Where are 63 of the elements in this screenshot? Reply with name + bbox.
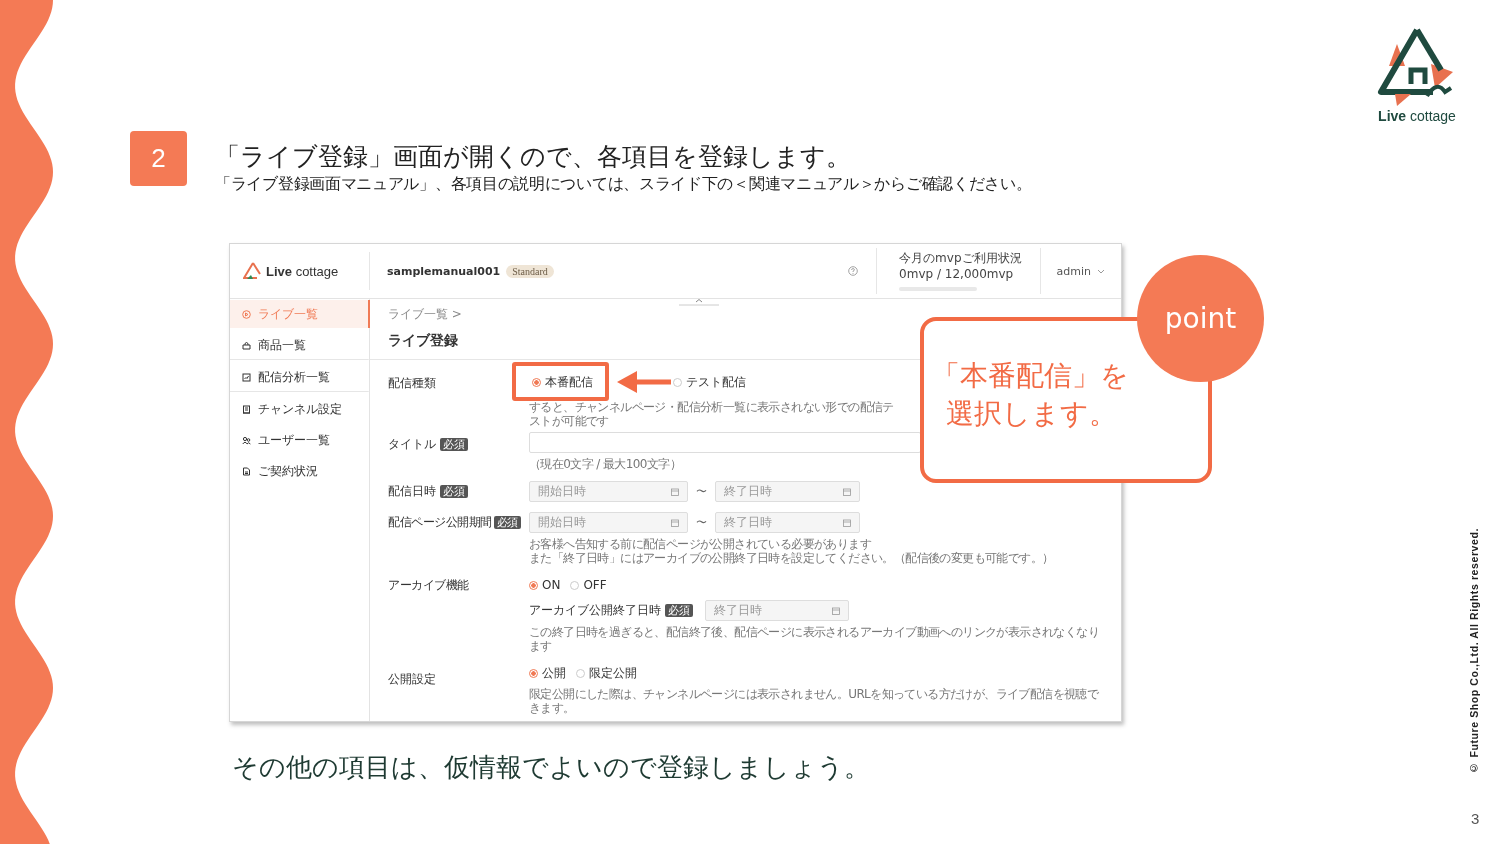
usage-title: 今月のmvpご利用状況: [899, 251, 1022, 265]
field-label: タイトル: [388, 435, 436, 453]
step-number: 2: [130, 131, 187, 186]
logo-text: Live cottage: [1378, 108, 1456, 124]
field-label: 配信ページ公開期間: [388, 513, 492, 531]
building-icon: [242, 404, 251, 414]
field-label: 配信種類: [388, 374, 436, 392]
required-badge: 必須: [665, 604, 693, 617]
required-badge: 必須: [440, 437, 468, 451]
chevron-down-icon: [1097, 268, 1105, 274]
field-label: 公開設定: [388, 670, 436, 688]
plan-badge: Standard: [506, 264, 554, 278]
copyright: © Future Shop Co.,Ltd. All Rights reserved.: [1468, 528, 1480, 774]
user-menu[interactable]: admin: [1056, 264, 1105, 278]
users-icon: [242, 435, 251, 445]
breadcrumb[interactable]: ライブ一覧 >: [388, 306, 1103, 323]
radio-option[interactable]: 公開: [529, 664, 566, 682]
point-badge: point: [1137, 255, 1264, 382]
calendar-icon: [671, 487, 679, 496]
chart-icon: [242, 372, 251, 382]
calendar-icon: [843, 518, 851, 527]
page-title: ライブ登録: [388, 332, 459, 350]
help-text: この終了日時を過ぎると、配信終了後、配信ページに表示されるアーカイブ動画へのリンクが表示されなくなります: [529, 625, 1100, 653]
help-text: また「終了日時」にはアーカイブの公開終了日時を設定してください。（配信後の変更も可能です。）: [529, 551, 1055, 565]
logo-text: Live cottage: [266, 263, 339, 279]
heading: 「ライブ登録」画面が開くので、各項目を登録します。: [215, 141, 851, 173]
sidebar-item[interactable]: 配信分析一覧: [230, 363, 370, 392]
account-name: samplemanual001: [387, 264, 501, 278]
sidebar-item[interactable]: ユーザー一覧: [230, 426, 370, 454]
play-circle-icon: [242, 309, 251, 319]
required-badge: 必須: [440, 484, 468, 498]
help-text: すると、チャンネルページ・配信分析一覧に表示されない形での配信テストが可能です: [529, 400, 895, 428]
arrow-icon: [617, 371, 671, 393]
range-separator: 〜: [696, 515, 707, 530]
logo-icon: [243, 262, 263, 280]
radio-option[interactable]: 限定公開: [576, 664, 637, 682]
required-badge: 必須: [493, 515, 521, 529]
field-label: 配信日時: [388, 482, 436, 500]
help-text: お客様へ告知する前に配信ページが公開されている必要があります: [529, 537, 872, 551]
document-icon: [242, 466, 251, 476]
sidebar-item[interactable]: 商品一覧: [230, 331, 370, 360]
footer-note: その他の項目は、仮情報でよいので登録しましょう。: [232, 751, 870, 784]
sidebar-item[interactable]: ご契約状況: [230, 457, 370, 485]
radio-option[interactable]: 本番配信: [532, 373, 593, 391]
help-text: （現在0文字 / 最大100文字）: [529, 457, 682, 471]
title-field[interactable]: [529, 432, 921, 453]
sidebar-item[interactable]: チャンネル設定: [230, 395, 370, 423]
range-separator: 〜: [696, 484, 707, 499]
calendar-icon: [832, 606, 840, 615]
page-number: 3: [1471, 810, 1480, 827]
help-text: 限定公開にした際は、チャンネルページには表示されません。URLを知っている方だけが、ライブ配信を視聴できます。: [529, 687, 1100, 715]
radio-option[interactable]: OFF: [570, 578, 607, 592]
field-label: アーカイブ公開終了日時: [529, 602, 661, 619]
subheading: 「ライブ登録画面マニュアル」、各項目の説明については、スライド下の＜関連マニュアル＞からご確認ください。: [215, 174, 1032, 195]
radio-option[interactable]: テスト配信: [673, 373, 746, 391]
calendar-icon: [843, 487, 851, 496]
radio-option[interactable]: ON: [529, 578, 561, 592]
bag-icon: [242, 340, 251, 350]
usage-value: 0mvp / 12,000mvp: [899, 267, 1015, 281]
field-label: アーカイブ機能: [388, 576, 469, 594]
collapse-tab-icon[interactable]: [679, 298, 719, 306]
calendar-icon: [671, 518, 679, 527]
help-icon[interactable]: [848, 266, 859, 276]
